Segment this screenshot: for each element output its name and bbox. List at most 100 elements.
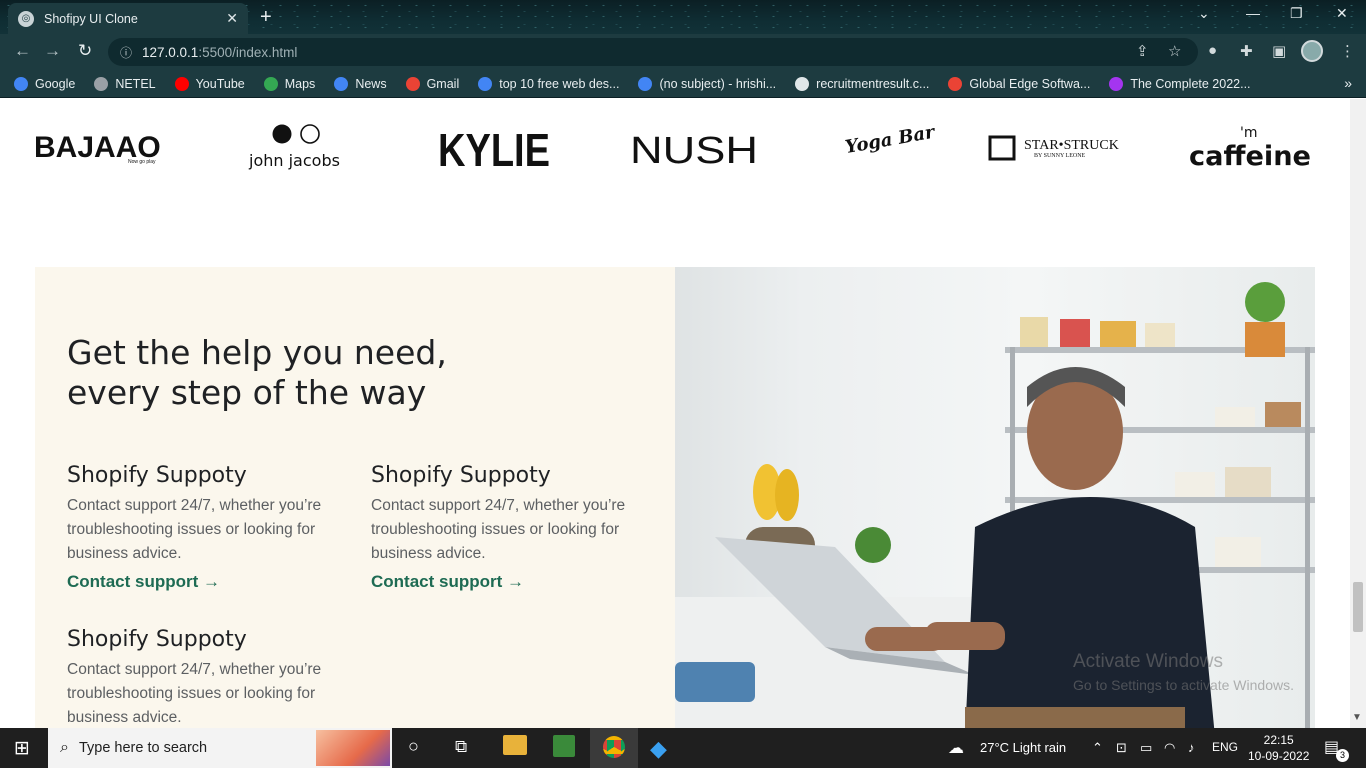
support-card: Shopify Suppoty Contact support 24/7, wh… bbox=[371, 463, 661, 592]
bookmark-item[interactable]: The Complete 2022... bbox=[1109, 76, 1251, 91]
close-tab-icon[interactable]: ✕ bbox=[226, 10, 238, 27]
address-bar[interactable]: ⓘ 127.0.0.1:5500/index.html bbox=[108, 38, 1198, 66]
more-bookmarks-icon[interactable]: » bbox=[1344, 75, 1352, 91]
bookmark-item[interactable]: recruitmentresult.c... bbox=[795, 76, 930, 91]
globe-icon: ◎ bbox=[18, 10, 34, 27]
logo-kylie: KYLIE bbox=[438, 124, 550, 176]
logo-bajaao-tagline: Now go play bbox=[128, 159, 156, 165]
browser-toolbar: ← → ↻ ⓘ 127.0.0.1:5500/index.html ⇪ ☆ ● … bbox=[0, 34, 1366, 70]
bookmark-favicon-icon bbox=[405, 76, 420, 91]
bookmark-label: Google bbox=[35, 76, 76, 91]
extension-mic-icon[interactable]: ● bbox=[1208, 42, 1217, 59]
contact-support-link[interactable]: Contact support → bbox=[371, 572, 524, 592]
bookmark-item[interactable]: Gmail bbox=[405, 76, 460, 91]
contact-support-link[interactable]: Contact support → bbox=[67, 572, 220, 592]
notepad-icon[interactable] bbox=[553, 735, 575, 757]
bookmark-label: YouTube bbox=[195, 76, 245, 91]
scroll-down-icon[interactable]: ▼ bbox=[1352, 712, 1362, 723]
bookmark-item[interactable]: News bbox=[334, 76, 387, 91]
tab-search-icon[interactable]: ⌄ bbox=[1198, 5, 1210, 22]
support-card-text: Contact support 24/7, whether you’re tro… bbox=[67, 661, 322, 726]
support-card: Shopify Suppoty Contact support 24/7, wh… bbox=[67, 463, 357, 592]
task-view-icon[interactable]: ⧉ bbox=[455, 737, 467, 757]
wifi-icon[interactable]: ◠ bbox=[1164, 740, 1175, 756]
bookmark-label: (no subject) - hrishi... bbox=[659, 76, 777, 91]
bookmark-item[interactable]: Global Edge Softwa... bbox=[948, 76, 1091, 91]
profile-avatar[interactable] bbox=[1301, 40, 1323, 62]
weather-cloud-icon[interactable]: ☁ bbox=[948, 738, 964, 758]
bookmark-favicon-icon bbox=[334, 76, 349, 91]
bookmark-label: Global Edge Softwa... bbox=[969, 76, 1091, 91]
tray-expand-icon[interactable]: ⌃ bbox=[1092, 740, 1103, 756]
bookmark-label: The Complete 2022... bbox=[1130, 76, 1251, 91]
bookmark-star-icon[interactable]: ☆ bbox=[1168, 42, 1181, 60]
windows-start-icon[interactable]: ⊞ bbox=[14, 737, 30, 760]
support-card-text: Contact support 24/7, whether you’re tro… bbox=[67, 497, 322, 562]
bookmark-favicon-icon bbox=[948, 76, 963, 91]
notifications-count: 3 bbox=[1336, 749, 1349, 762]
support-card-title: Shopify Suppoty bbox=[67, 627, 247, 652]
battery-icon[interactable]: ▭ bbox=[1140, 740, 1152, 756]
search-highlight-image bbox=[316, 730, 390, 766]
forward-icon[interactable]: → bbox=[44, 41, 61, 61]
bookmark-item[interactable]: (no subject) - hrishi... bbox=[638, 76, 777, 91]
bookmark-item[interactable]: NETEL bbox=[94, 76, 156, 91]
url-host: 127.0.0.1 bbox=[142, 44, 199, 60]
input-language[interactable]: ENG bbox=[1212, 740, 1238, 754]
page-scrollbar[interactable] bbox=[1350, 99, 1366, 728]
cortana-icon[interactable]: ○ bbox=[408, 736, 419, 757]
page-viewport: BAJAAO Now go play john jacobs KYLIE NUS… bbox=[0, 99, 1350, 728]
support-card-title: Shopify Suppoty bbox=[67, 463, 247, 488]
starstruck-mark bbox=[988, 135, 1016, 161]
bookmark-favicon-icon bbox=[1109, 76, 1124, 91]
menu-kebab-icon[interactable]: ⋮ bbox=[1340, 42, 1355, 60]
close-window-icon[interactable]: ✕ bbox=[1336, 5, 1348, 22]
restore-icon[interactable]: ❐ bbox=[1290, 5, 1303, 22]
bookmark-label: recruitmentresult.c... bbox=[816, 76, 930, 91]
system-clock[interactable]: 22:15 10-09-2022 bbox=[1248, 732, 1309, 764]
bookmark-favicon-icon bbox=[94, 76, 109, 91]
browser-tab-active[interactable]: ◎ Shofipy UI Clone ✕ bbox=[8, 3, 248, 34]
logo-yoga-bar: Yoga Bar bbox=[844, 121, 938, 158]
clock-date: 10-09-2022 bbox=[1248, 749, 1310, 763]
scrollbar-thumb[interactable] bbox=[1353, 582, 1363, 632]
weather-text[interactable]: 27°C Light rain bbox=[980, 740, 1066, 755]
logo-john-jacobs: john jacobs bbox=[248, 151, 340, 170]
back-icon[interactable]: ← bbox=[14, 41, 31, 61]
bookmark-favicon-icon bbox=[14, 76, 28, 91]
logo-mcaffeine-prefix: 'm bbox=[1240, 125, 1258, 141]
vscode-icon[interactable]: ◆ bbox=[650, 736, 667, 762]
bookmark-label: News bbox=[355, 76, 387, 91]
reload-icon[interactable]: ↻ bbox=[78, 41, 92, 61]
logo-starstruck-tagline: BY SUNNY LEONE bbox=[1034, 153, 1086, 159]
help-section: Get the help you need, every step of the… bbox=[35, 267, 675, 728]
bookmark-item[interactable]: Google bbox=[14, 76, 76, 91]
logo-nush: NUSH bbox=[630, 130, 758, 172]
bookmark-favicon-icon bbox=[263, 76, 278, 91]
clock-time: 22:15 bbox=[1263, 733, 1294, 747]
battery-saver-icon[interactable]: ⊡ bbox=[1116, 740, 1127, 756]
logo-mcaffeine: caffeine bbox=[1189, 141, 1311, 172]
chrome-icon bbox=[603, 736, 625, 758]
support-card-title: Shopify Suppoty bbox=[371, 463, 551, 488]
windows-taskbar: ⊞ ⌕ Type here to search ○ ⧉ ◆ ☁ 27°C Lig… bbox=[0, 728, 1366, 768]
bookmark-label: top 10 free web des... bbox=[499, 76, 620, 91]
extensions-puzzle-icon[interactable]: ✚ bbox=[1240, 42, 1253, 60]
bookmark-label: Gmail bbox=[426, 76, 460, 91]
brand-logos: BAJAAO Now go play john jacobs KYLIE NUS… bbox=[34, 121, 1311, 176]
minimize-icon[interactable]: — bbox=[1246, 5, 1260, 21]
info-icon[interactable]: ⓘ bbox=[120, 44, 132, 61]
bookmark-item[interactable]: Maps bbox=[263, 76, 316, 91]
file-explorer-icon[interactable] bbox=[503, 735, 527, 755]
bookmark-label: Maps bbox=[284, 76, 316, 91]
volume-icon[interactable]: ♪ bbox=[1188, 740, 1195, 755]
john-jacobs-dot-outline bbox=[300, 124, 320, 144]
taskbar-search[interactable]: ⌕ Type here to search bbox=[48, 728, 392, 768]
bookmark-favicon-icon bbox=[174, 76, 189, 91]
bookmark-item[interactable]: YouTube bbox=[174, 76, 245, 91]
bookmark-item[interactable]: top 10 free web des... bbox=[478, 76, 620, 91]
new-tab-button[interactable]: + bbox=[260, 6, 272, 29]
share-icon[interactable]: ⇪ bbox=[1136, 42, 1149, 60]
side-panel-icon[interactable]: ▣ bbox=[1272, 42, 1286, 60]
bookmarks-bar: Google NETEL YouTube Maps News Gmail top 10 fr… bbox=[0, 70, 1366, 98]
